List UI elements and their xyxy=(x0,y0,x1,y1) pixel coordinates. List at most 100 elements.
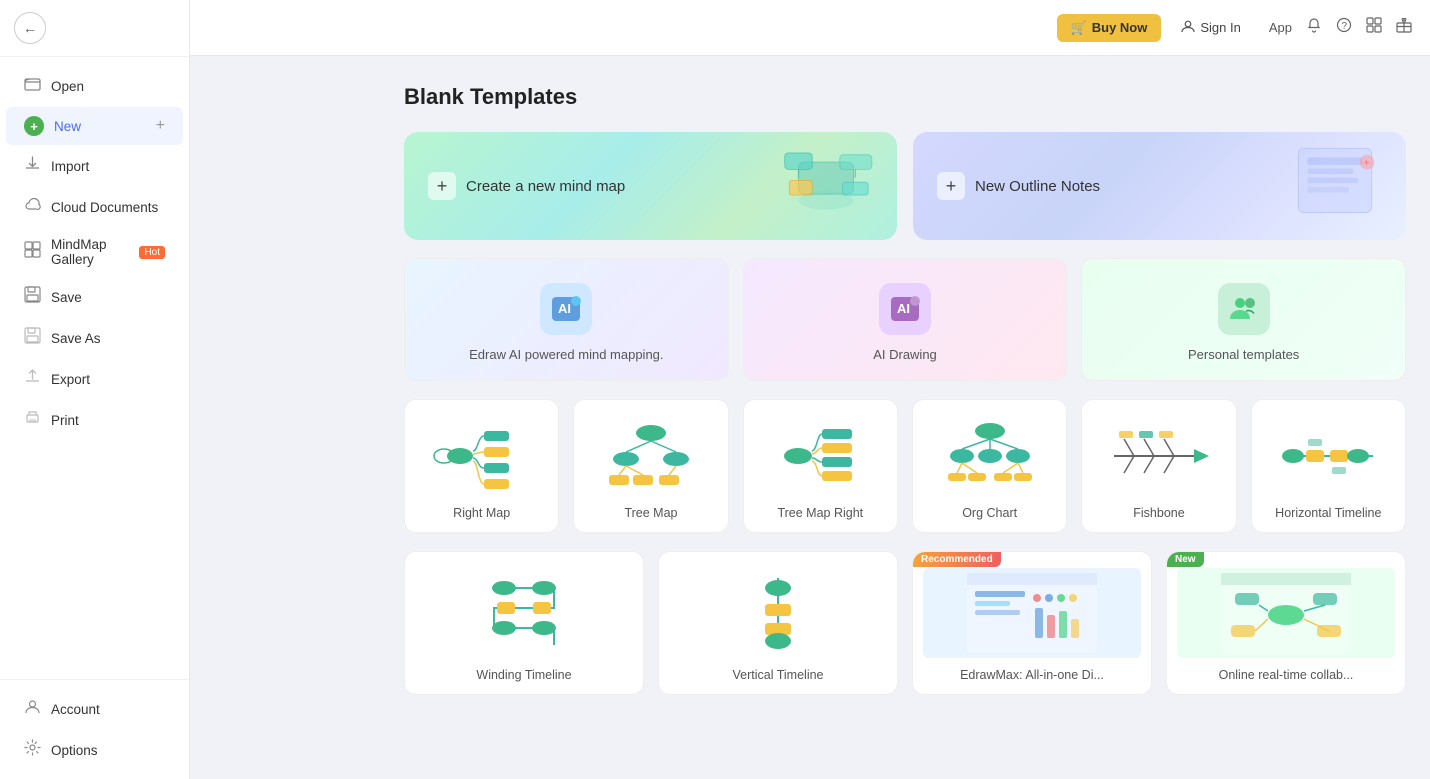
sidebar-item-label: Export xyxy=(51,372,90,387)
new-outline-card[interactable]: + New Outline Notes + xyxy=(913,132,1406,240)
cart-icon: 🛒 xyxy=(1071,20,1087,36)
main-content: Blank Templates + Create a new mind map xyxy=(380,56,1430,779)
template-card-tree-map[interactable]: Tree Map xyxy=(573,399,728,533)
open-icon xyxy=(24,75,41,97)
sidebar-item-label: MindMap Gallery xyxy=(51,237,125,267)
create-mind-map-card[interactable]: + Create a new mind map xyxy=(404,132,897,240)
sidebar-item-cloud[interactable]: Cloud Documents xyxy=(6,187,183,227)
sign-in-label: Sign In xyxy=(1200,20,1240,35)
account-icon xyxy=(24,698,41,720)
template-card-fishbone[interactable]: Fishbone xyxy=(1081,399,1236,533)
sidebar-item-label: Save As xyxy=(51,331,101,346)
cloud-icon xyxy=(24,196,41,218)
export-icon xyxy=(24,368,41,390)
svg-text:+: + xyxy=(1363,158,1369,169)
sidebar-item-account[interactable]: Account xyxy=(6,689,183,729)
sidebar-item-label: Options xyxy=(51,743,98,758)
template-label: Tree Map xyxy=(624,506,677,520)
back-button[interactable]: ← xyxy=(14,12,46,44)
feature-label: Personal templates xyxy=(1188,347,1299,362)
hero-label: + Create a new mind map xyxy=(428,172,625,200)
sidebar-item-label: New xyxy=(54,119,81,134)
sidebar-item-label: Account xyxy=(51,702,100,717)
gallery-icon xyxy=(24,241,41,263)
save-icon xyxy=(24,286,41,308)
feature-card-ai-mind[interactable]: AI Edraw AI powered mind mapping. xyxy=(404,258,729,381)
buy-now-label: Buy Now xyxy=(1092,20,1148,35)
tree-map-right-preview xyxy=(754,416,887,496)
template-card-horizontal-timeline[interactable]: Horizontal Timeline xyxy=(1251,399,1406,533)
horizontal-timeline-preview xyxy=(1262,416,1395,496)
gift-icon[interactable] xyxy=(1396,17,1412,38)
hero-row: + Create a new mind map + New Outline No… xyxy=(404,132,1406,240)
user-icon xyxy=(1181,19,1195,36)
bottom-card-vertical-timeline[interactable]: Vertical Timeline xyxy=(658,551,898,695)
sidebar-item-label: Print xyxy=(51,413,79,428)
sidebar: ← Open + New + xyxy=(0,0,190,779)
page-title: Blank Templates xyxy=(404,84,1406,110)
add-new-icon[interactable]: + xyxy=(156,117,165,135)
bottom-label: Vertical Timeline xyxy=(732,668,823,682)
online-collab-preview xyxy=(1177,568,1395,658)
bottom-row: Winding Timeline Vertical Timeline Recom… xyxy=(404,551,1406,695)
bottom-card-online-collab[interactable]: New Onli xyxy=(1166,551,1406,695)
template-label: Horizontal Timeline xyxy=(1275,506,1381,520)
sidebar-item-open[interactable]: Open xyxy=(6,66,183,106)
sidebar-bottom: Account Options xyxy=(0,679,189,779)
hero-label: + New Outline Notes xyxy=(937,172,1100,200)
sidebar-top: ← xyxy=(0,0,189,57)
template-label: Org Chart xyxy=(962,506,1017,520)
sidebar-item-label: Open xyxy=(51,79,84,94)
sidebar-item-import[interactable]: Import xyxy=(6,146,183,186)
hero-plus-icon: + xyxy=(428,172,456,200)
bottom-card-edrawmax[interactable]: Recommended xyxy=(912,551,1152,695)
buy-now-button[interactable]: 🛒 Buy Now xyxy=(1057,14,1162,42)
fishbone-preview xyxy=(1092,416,1225,496)
hero-label-text: New Outline Notes xyxy=(975,178,1100,195)
app-label[interactable]: App xyxy=(1269,20,1292,35)
sidebar-item-label: Save xyxy=(51,290,82,305)
recommended-badge: Recommended xyxy=(913,552,1001,567)
template-label: Right Map xyxy=(453,506,510,520)
org-chart-preview xyxy=(923,416,1056,496)
help-icon[interactable]: ? xyxy=(1336,17,1352,38)
tree-map-preview xyxy=(584,416,717,496)
sidebar-item-save[interactable]: Save xyxy=(6,277,183,317)
bottom-card-winding-timeline[interactable]: Winding Timeline xyxy=(404,551,644,695)
ai-drawing-icon: AI xyxy=(879,283,931,335)
hero-deco-outline: + xyxy=(1280,140,1390,230)
feature-label: AI Drawing xyxy=(873,347,937,362)
bottom-label: Winding Timeline xyxy=(476,668,571,682)
hot-badge: Hot xyxy=(139,246,165,259)
sidebar-item-new[interactable]: + New + xyxy=(6,107,183,145)
saveas-icon xyxy=(24,327,41,349)
print-icon xyxy=(24,409,41,431)
right-map-preview xyxy=(415,416,548,496)
svg-text:?: ? xyxy=(1342,21,1348,32)
feature-card-ai-drawing[interactable]: AI AI Drawing xyxy=(743,258,1068,381)
template-card-right-map[interactable]: Right Map xyxy=(404,399,559,533)
bottom-label: Online real-time collab... xyxy=(1219,668,1354,682)
new-badge: New xyxy=(1167,552,1204,567)
svg-text:AI: AI xyxy=(558,301,571,316)
edrawmax-preview xyxy=(923,568,1141,658)
sidebar-item-export[interactable]: Export xyxy=(6,359,183,399)
sidebar-item-print[interactable]: Print xyxy=(6,400,183,440)
bell-icon[interactable] xyxy=(1306,17,1322,38)
hero-plus-icon: + xyxy=(937,172,965,200)
options-icon xyxy=(24,739,41,761)
sign-in-button[interactable]: Sign In xyxy=(1171,13,1250,42)
sidebar-item-options[interactable]: Options xyxy=(6,730,183,770)
feature-label: Edraw AI powered mind mapping. xyxy=(469,347,663,362)
grid-icon[interactable] xyxy=(1366,17,1382,38)
vertical-timeline-preview xyxy=(669,568,887,658)
sidebar-item-saveas[interactable]: Save As xyxy=(6,318,183,358)
topbar-icons: App ? xyxy=(1269,17,1412,38)
sidebar-item-gallery[interactable]: MindMap Gallery Hot xyxy=(6,228,183,276)
hero-deco-mindmap xyxy=(771,140,881,230)
feature-card-personal-templates[interactable]: Personal templates xyxy=(1081,258,1406,381)
sidebar-nav: Open + New + Import Cloud Do xyxy=(0,57,189,679)
template-card-org-chart[interactable]: Org Chart xyxy=(912,399,1067,533)
template-card-tree-map-right[interactable]: Tree Map Right xyxy=(743,399,898,533)
personal-templates-icon xyxy=(1218,283,1270,335)
